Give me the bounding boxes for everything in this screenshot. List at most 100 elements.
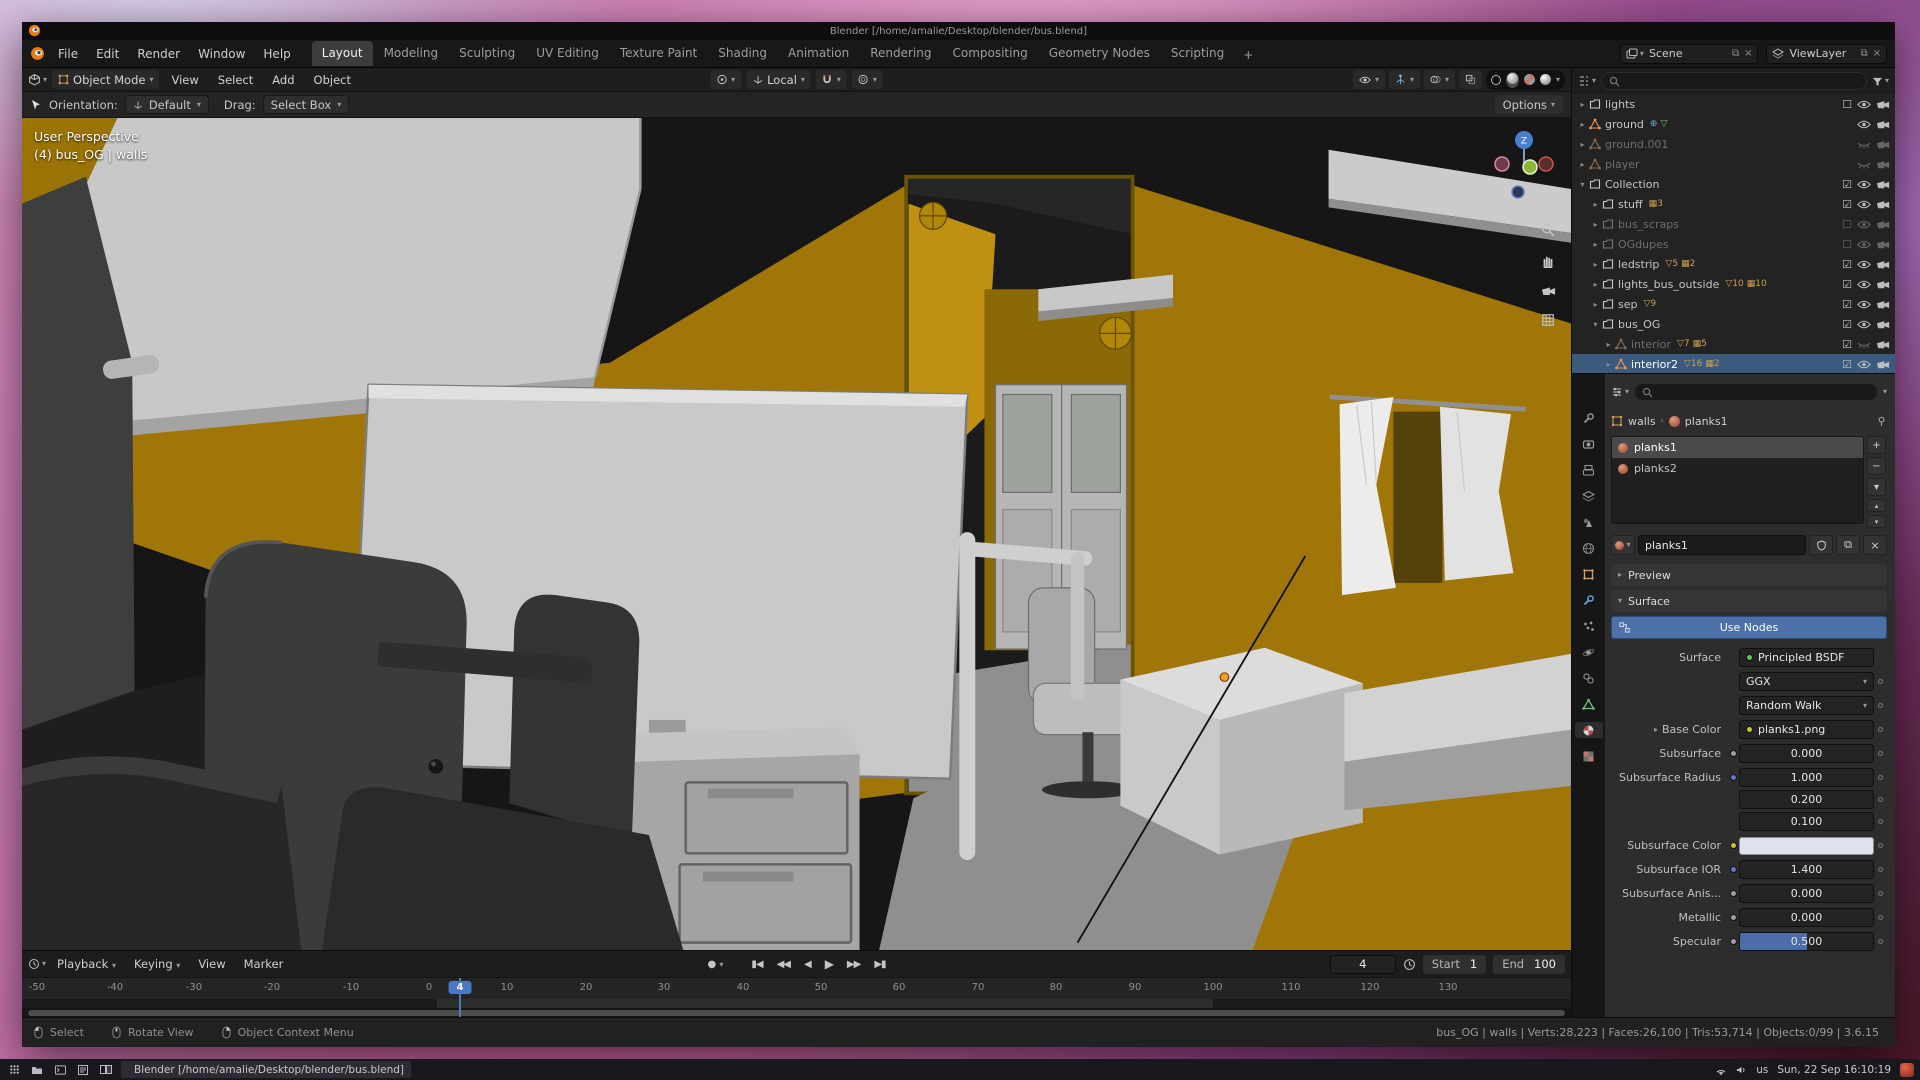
- outliner-row-ground[interactable]: ▸ ground ⊕▽: [1572, 114, 1895, 134]
- tab-geometry-nodes[interactable]: Geometry Nodes: [1039, 41, 1160, 66]
- disclosure-triangle-icon[interactable]: ▸: [1589, 300, 1602, 309]
- material-name-field[interactable]: planks1: [1638, 535, 1806, 555]
- zoom-icon[interactable]: [1536, 218, 1560, 242]
- camera-visibility-icon[interactable]: [1876, 140, 1890, 149]
- proportional-editing-button[interactable]: ▾: [852, 70, 883, 89]
- transform-pivot-button[interactable]: ▾: [710, 70, 741, 89]
- menu-keying[interactable]: Keying ▾: [127, 955, 187, 973]
- eye-icon[interactable]: [1857, 120, 1871, 129]
- unlink-material-icon[interactable]: ×: [1863, 535, 1887, 555]
- view-layer-new-icon[interactable]: ⧉: [1860, 48, 1867, 59]
- camera-visibility-icon[interactable]: [1876, 260, 1890, 269]
- eye-icon[interactable]: [1857, 320, 1871, 329]
- viewport-3d-scene[interactable]: [22, 118, 1571, 950]
- subsurface-anisotropy-slider[interactable]: 0.000: [1739, 884, 1874, 903]
- viewport-canvas[interactable]: User Perspective (4) bus_OG | walls Z: [22, 118, 1571, 950]
- gizmos-toggle-button[interactable]: ▾: [1389, 70, 1420, 89]
- gizmo-y-axis[interactable]: [1523, 160, 1537, 174]
- base-color-texture-field[interactable]: planks1.png: [1739, 720, 1874, 739]
- network-icon[interactable]: [1715, 1065, 1727, 1075]
- subsurface-radius-x-field[interactable]: 1.000: [1739, 768, 1874, 787]
- next-keyframe-button[interactable]: ▶▶: [841, 957, 866, 972]
- pan-hand-icon[interactable]: [1536, 249, 1560, 273]
- subsurface-ior-slider[interactable]: 1.400: [1739, 860, 1874, 879]
- camera-visibility-icon[interactable]: [1876, 220, 1890, 229]
- eye-closed-icon[interactable]: [1857, 340, 1871, 349]
- navigation-gizmo[interactable]: Z: [1488, 126, 1560, 204]
- overlays-toggle-button[interactable]: ▾: [1424, 70, 1455, 89]
- scene-new-icon[interactable]: ⧉: [1732, 48, 1739, 59]
- tab-uv-editing[interactable]: UV Editing: [526, 41, 609, 66]
- disclosure-triangle-icon[interactable]: ▾: [1576, 180, 1589, 189]
- camera-visibility-icon[interactable]: [1876, 300, 1890, 309]
- slot-specials-button[interactable]: ▾: [1867, 478, 1886, 496]
- exclude-checkbox-icon[interactable]: ☑: [1842, 279, 1852, 290]
- tab-rendering[interactable]: Rendering: [860, 41, 941, 66]
- outliner-row-lights[interactable]: ▸ lights ☐: [1572, 94, 1895, 114]
- file-manager-icon[interactable]: [29, 1062, 45, 1078]
- tab-texture-paint[interactable]: Texture Paint: [610, 41, 707, 66]
- shading-solid-active[interactable]: [1506, 72, 1519, 88]
- animate-dot[interactable]: [1878, 727, 1883, 732]
- disclosure-triangle-icon[interactable]: ▸: [1576, 140, 1589, 149]
- tab-texture-properties[interactable]: [1575, 748, 1603, 764]
- tray-app-icon[interactable]: [1900, 1063, 1914, 1077]
- animate-dot[interactable]: [1878, 751, 1883, 756]
- eye-icon[interactable]: [1857, 360, 1871, 369]
- tab-constraint-properties[interactable]: [1575, 670, 1603, 686]
- surface-shader-dropdown[interactable]: Principled BSDF: [1739, 648, 1874, 667]
- keyboard-layout-indicator[interactable]: us: [1756, 1064, 1768, 1076]
- dropdown-caret-icon[interactable]: ▾: [1556, 76, 1560, 84]
- start-frame-field[interactable]: Start 1: [1423, 955, 1486, 974]
- window-titlebar[interactable]: Blender [/home/amalie/Desktop/blender/bu…: [22, 22, 1895, 40]
- exclude-checkbox-icon[interactable]: ☑: [1842, 299, 1852, 310]
- outliner-search-input[interactable]: [1601, 72, 1867, 90]
- perspective-ortho-icon[interactable]: [1536, 308, 1560, 332]
- browse-material-button[interactable]: ▾: [1611, 535, 1635, 555]
- play-button[interactable]: ▶: [819, 955, 839, 973]
- slot-move-up-button[interactable]: ▴: [1867, 499, 1886, 512]
- eye-icon[interactable]: [1857, 220, 1871, 229]
- menu-view[interactable]: View: [164, 71, 205, 89]
- outliner-row-sep[interactable]: ▸ sep ▽9 ☑: [1572, 294, 1895, 314]
- tab-render-properties[interactable]: [1575, 436, 1603, 452]
- tab-view-layer-properties[interactable]: [1575, 488, 1603, 504]
- outliner-editor-type-icon[interactable]: ▾: [1578, 75, 1596, 87]
- menu-object[interactable]: Object: [307, 71, 358, 89]
- camera-visibility-icon[interactable]: [1876, 160, 1890, 169]
- animate-dot[interactable]: [1878, 679, 1883, 684]
- animate-dot[interactable]: [1878, 891, 1883, 896]
- editor-type-icon[interactable]: ▾: [28, 73, 47, 86]
- disclosure-triangle-icon[interactable]: ▸: [1589, 280, 1602, 289]
- animate-dot[interactable]: [1878, 915, 1883, 920]
- timeline-ruler[interactable]: -50 -40 -30 -20 -10 0 10 20 30 40 50 60 …: [22, 977, 1571, 999]
- breadcrumb-material[interactable]: planks1: [1685, 415, 1728, 428]
- exclude-checkbox-icon[interactable]: ☑: [1842, 199, 1852, 210]
- tab-modeling[interactable]: Modeling: [374, 41, 449, 66]
- clock[interactable]: Sun, 22 Sep 16:10:19: [1777, 1064, 1891, 1076]
- specular-slider[interactable]: 0.500: [1739, 932, 1874, 951]
- outliner-row-bus-og[interactable]: ▾ bus_OG ☑: [1572, 314, 1895, 334]
- slot-move-down-button[interactable]: ▾: [1867, 515, 1886, 528]
- tab-shading[interactable]: Shading: [708, 41, 777, 66]
- disclosure-triangle-icon[interactable]: ▸: [1589, 220, 1602, 229]
- tab-sculpting[interactable]: Sculpting: [449, 41, 525, 66]
- camera-visibility-icon[interactable]: [1876, 320, 1890, 329]
- new-material-copy-icon[interactable]: ⧉: [1836, 535, 1860, 555]
- tab-scripting[interactable]: Scripting: [1161, 41, 1234, 66]
- preview-panel-header[interactable]: ▸ Preview: [1611, 564, 1887, 586]
- tab-output-properties[interactable]: [1575, 462, 1603, 478]
- eye-closed-icon[interactable]: [1857, 140, 1871, 149]
- camera-visibility-icon[interactable]: [1876, 240, 1890, 249]
- camera-visibility-icon[interactable]: [1876, 340, 1890, 349]
- disclosure-triangle-icon[interactable]: ▸: [1589, 260, 1602, 269]
- properties-editor-type-icon[interactable]: ▾: [1611, 386, 1629, 398]
- shading-rendered-icon[interactable]: [1540, 74, 1551, 85]
- properties-options-caret-icon[interactable]: ▾: [1883, 388, 1887, 396]
- subsurface-slider[interactable]: 0.000: [1739, 744, 1874, 763]
- playhead-badge[interactable]: 4: [449, 981, 472, 994]
- animate-dot[interactable]: [1878, 867, 1883, 872]
- tab-object-properties[interactable]: [1575, 566, 1603, 582]
- outliner-row-interior2[interactable]: ▸ interior2 ▽16▦2 ☑: [1572, 354, 1895, 374]
- fake-user-shield-icon[interactable]: [1809, 535, 1833, 555]
